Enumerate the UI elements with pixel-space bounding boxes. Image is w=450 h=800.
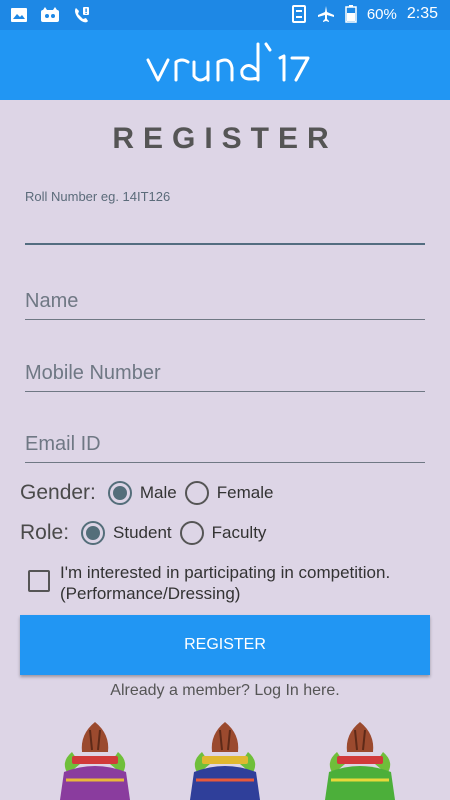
role-student-radio[interactable]: Student [81,521,172,545]
battery-percent: 60% [366,5,397,23]
roll-number-label: Roll Number eg. 14IT126 [25,189,171,204]
gender-male-label: Male [139,483,177,502]
roll-number-underline [25,243,425,245]
radio-unselected-icon [184,481,209,505]
status-bar: 60% 2:35 [0,0,450,30]
login-link[interactable]: Already a member? Log In here. [0,682,450,700]
competition-checkbox[interactable] [28,570,50,592]
radio-selected-icon [81,521,106,545]
role-faculty-label: Faculty [211,523,267,542]
image-icon [11,8,27,22]
email-field-wrapper [25,433,425,463]
vrund-logo [146,42,310,82]
mobile-underline [25,391,425,392]
decorative-pot-image [60,722,130,800]
roll-number-input[interactable] [25,214,425,243]
competition-checkbox-label: I'm interested in participating in compe… [60,562,440,604]
competition-label-line1: I'm interested in participating in compe… [60,563,391,582]
decorative-pot-image [190,722,260,800]
role-faculty-radio[interactable]: Faculty [179,521,267,545]
radio-selected-icon [107,481,132,505]
app-bar [0,30,450,100]
gender-row: Gender: Male Female [20,481,281,505]
role-row: Role: Student Faculty [20,521,274,545]
airplane-icon [317,6,334,22]
clock-time: 2:35 [406,5,438,22]
radio-unselected-icon [179,521,204,545]
phone-alert-icon [75,7,89,23]
competition-label-line2: (Performance/Dressing) [60,584,241,603]
name-input[interactable] [25,290,425,319]
name-underline [25,319,425,320]
gender-female-radio[interactable]: Female [184,481,274,505]
sync-icon [291,5,306,23]
role-label: Role: [20,521,70,544]
mobile-number-input[interactable] [25,362,425,391]
gender-label: Gender: [20,481,96,504]
battery-icon [345,5,357,23]
competition-checkbox-row[interactable]: I'm interested in participating in compe… [28,562,440,604]
roll-number-field-wrapper [25,214,425,245]
page-title: REGISTER [112,122,338,155]
email-input[interactable] [25,433,425,462]
gender-female-label: Female [216,483,274,502]
role-student-label: Student [113,523,172,542]
name-field-wrapper [25,290,425,320]
mobile-field-wrapper [25,362,425,392]
cat-icon [41,7,59,22]
email-underline [25,462,425,463]
decorative-pot-image [325,722,395,800]
gender-male-radio[interactable]: Male [107,481,177,505]
register-button[interactable]: REGISTER [20,615,430,675]
